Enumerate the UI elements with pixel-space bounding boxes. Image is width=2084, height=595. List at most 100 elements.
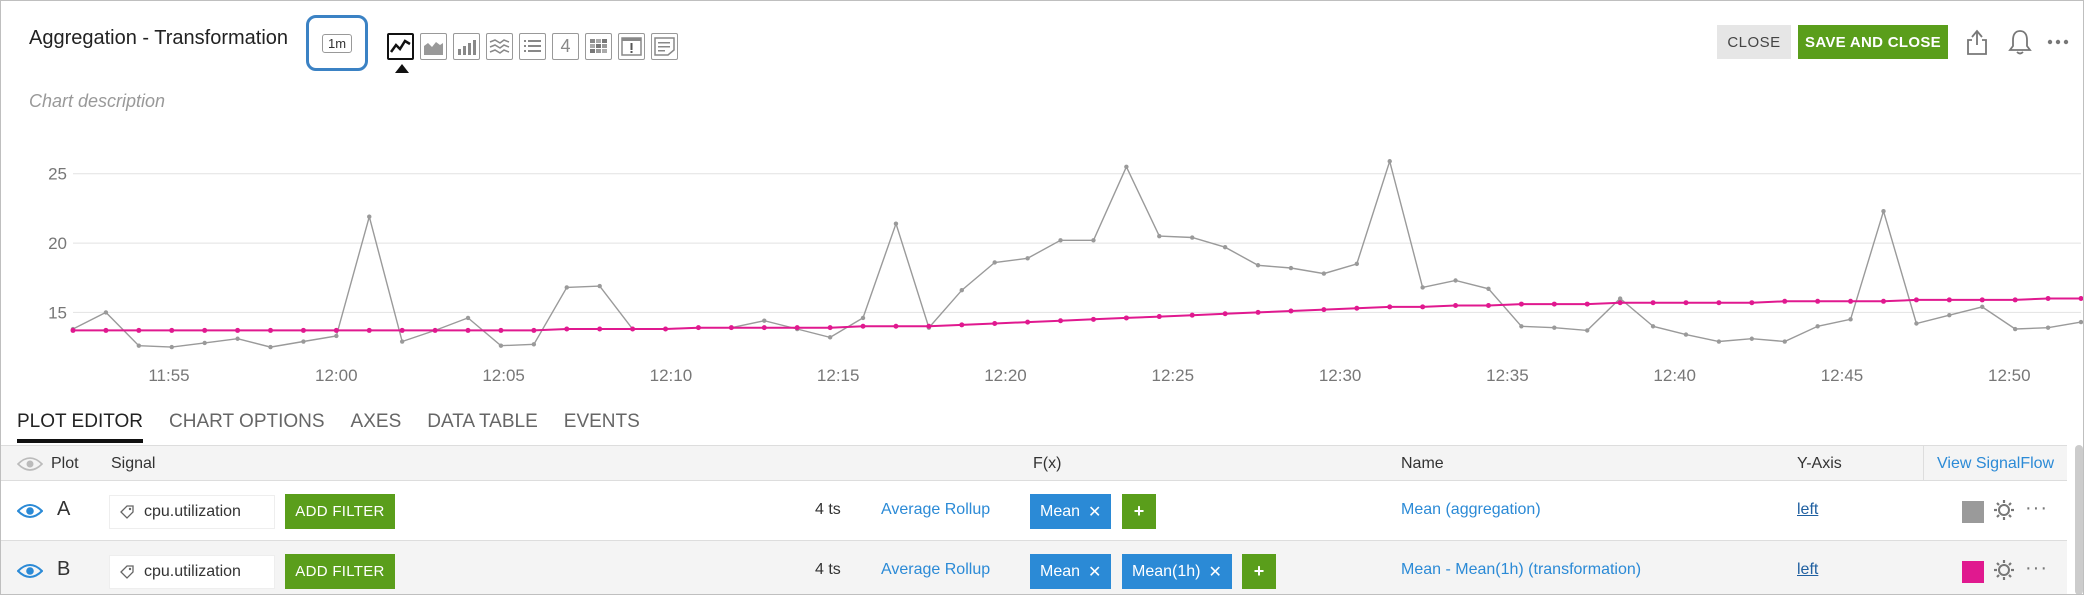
data-point bbox=[1124, 164, 1129, 169]
rollup-link[interactable]: Average Rollup bbox=[881, 501, 990, 519]
x-tick-label: 12:45 bbox=[1821, 366, 1864, 385]
add-function-button[interactable]: + bbox=[1122, 494, 1156, 529]
plot-name[interactable]: Mean (aggregation) bbox=[1401, 501, 1541, 519]
data-point bbox=[301, 339, 306, 344]
single-value-chart-type-button[interactable]: 4 bbox=[552, 33, 579, 60]
line-chart-type-button[interactable] bbox=[387, 33, 414, 73]
row-more-icon[interactable]: ··· bbox=[2025, 557, 2048, 580]
x-tick-label: 12:25 bbox=[1152, 366, 1195, 385]
tab-events[interactable]: EVENTS bbox=[564, 411, 640, 443]
chart-title[interactable]: Aggregation - Transformation bbox=[29, 27, 288, 50]
tab-plot-editor[interactable]: PLOT EDITOR bbox=[17, 411, 143, 443]
alert-detector-button[interactable] bbox=[2005, 25, 2035, 59]
x-tick-label: 12:05 bbox=[482, 366, 525, 385]
data-point bbox=[2045, 296, 2051, 302]
data-point bbox=[268, 327, 274, 333]
data-point bbox=[367, 214, 372, 219]
tab-data-table[interactable]: DATA TABLE bbox=[427, 411, 538, 443]
alert-icon bbox=[621, 37, 642, 56]
function-label: Mean bbox=[1040, 502, 1081, 520]
x-tick-label: 11:55 bbox=[148, 366, 189, 385]
remove-icon[interactable]: ✕ bbox=[1088, 502, 1101, 522]
yaxis-link[interactable]: left bbox=[1797, 561, 1818, 579]
remove-icon[interactable]: ✕ bbox=[1208, 562, 1221, 582]
row-more-icon[interactable]: ··· bbox=[2025, 497, 2048, 520]
data-point bbox=[1420, 304, 1426, 310]
color-swatch[interactable] bbox=[1962, 561, 1984, 583]
data-point bbox=[1025, 319, 1031, 325]
line-chart[interactable]: 15 20 25 11:55 12:00 12:05 12:10 12:15 12:20 12:2… bbox=[1, 136, 2084, 394]
data-point bbox=[1650, 300, 1656, 306]
plot-row-b: B cpu.utilization ADD FILTER 4 ts Averag… bbox=[1, 541, 2067, 594]
tab-chart-options[interactable]: CHART OPTIONS bbox=[169, 411, 325, 443]
more-options-button[interactable] bbox=[2043, 25, 2073, 59]
data-point bbox=[399, 339, 405, 344]
data-point bbox=[235, 336, 240, 341]
tab-axes[interactable]: AXES bbox=[351, 411, 402, 443]
add-filter-button[interactable]: ADD FILTER bbox=[285, 554, 395, 589]
view-signalflow-link[interactable]: View SignalFlow bbox=[1937, 455, 2054, 473]
rollup-link[interactable]: Average Rollup bbox=[881, 561, 990, 579]
data-point bbox=[531, 342, 537, 347]
data-point bbox=[1979, 297, 1985, 303]
signal-input[interactable]: cpu.utilization bbox=[109, 555, 275, 589]
tag-icon bbox=[120, 565, 134, 579]
data-point bbox=[2045, 325, 2051, 330]
series-line-1[interactable] bbox=[73, 297, 2081, 332]
column-chart-type-button[interactable] bbox=[453, 33, 480, 60]
data-point bbox=[992, 260, 997, 265]
data-point bbox=[695, 325, 701, 331]
ts-count: 4 ts bbox=[815, 561, 841, 578]
scrollbar[interactable] bbox=[2075, 445, 2083, 594]
header-name: Name bbox=[1401, 455, 1444, 472]
add-filter-button[interactable]: ADD FILTER bbox=[285, 494, 395, 529]
heatmap-chart-type-button[interactable] bbox=[585, 33, 612, 60]
function-pill-mean[interactable]: Mean ✕ bbox=[1030, 554, 1112, 589]
event-feed-chart-type-button[interactable] bbox=[618, 33, 645, 60]
close-button[interactable]: CLOSE bbox=[1717, 25, 1791, 59]
function-pill-mean[interactable]: Mean ✕ bbox=[1030, 494, 1112, 529]
list-chart-type-button[interactable] bbox=[519, 33, 546, 60]
data-point bbox=[1716, 300, 1722, 306]
data-point bbox=[1782, 298, 1788, 304]
chart-description[interactable]: Chart description bbox=[29, 91, 165, 112]
data-point bbox=[893, 323, 899, 329]
data-point bbox=[300, 327, 306, 333]
share-button[interactable] bbox=[1962, 25, 1992, 59]
data-point bbox=[1321, 307, 1327, 313]
column-chart-icon bbox=[458, 40, 476, 55]
visibility-eye-icon[interactable] bbox=[17, 562, 43, 580]
data-point bbox=[1683, 332, 1689, 337]
gear-icon[interactable] bbox=[1993, 499, 2015, 521]
remove-icon[interactable]: ✕ bbox=[1088, 562, 1101, 582]
list-chart-icon bbox=[524, 40, 541, 52]
save-and-close-button[interactable]: SAVE AND CLOSE bbox=[1798, 25, 1948, 59]
yaxis-link[interactable]: left bbox=[1797, 501, 1818, 519]
text-chart-type-button[interactable] bbox=[651, 33, 678, 60]
data-point bbox=[1585, 328, 1590, 333]
data-point bbox=[1782, 339, 1787, 344]
area-chart-type-button[interactable] bbox=[420, 33, 447, 60]
gear-icon[interactable] bbox=[1993, 559, 2015, 581]
data-point bbox=[1914, 321, 1919, 326]
add-function-button[interactable]: + bbox=[1242, 554, 1276, 589]
data-point bbox=[1387, 304, 1393, 310]
histogram-chart-type-button[interactable] bbox=[486, 33, 513, 60]
data-point bbox=[1354, 305, 1360, 311]
data-point bbox=[959, 322, 965, 328]
header-fx: F(x) bbox=[1033, 455, 1062, 472]
visibility-all-icon[interactable] bbox=[17, 455, 43, 473]
data-point bbox=[1058, 238, 1063, 243]
data-point bbox=[399, 327, 405, 333]
data-point bbox=[630, 326, 636, 332]
function-pill-mean-1h[interactable]: Mean(1h) ✕ bbox=[1122, 554, 1232, 589]
signal-input[interactable]: cpu.utilization bbox=[109, 495, 275, 529]
data-point bbox=[1123, 315, 1129, 321]
visibility-eye-icon[interactable] bbox=[17, 502, 43, 520]
resolution-indicator[interactable]: 1m bbox=[306, 15, 368, 71]
data-point bbox=[1485, 302, 1491, 308]
data-point bbox=[70, 327, 76, 333]
plot-name[interactable]: Mean - Mean(1h) (transformation) bbox=[1401, 561, 1641, 579]
color-swatch[interactable] bbox=[1962, 501, 1984, 523]
data-point bbox=[1255, 309, 1261, 315]
